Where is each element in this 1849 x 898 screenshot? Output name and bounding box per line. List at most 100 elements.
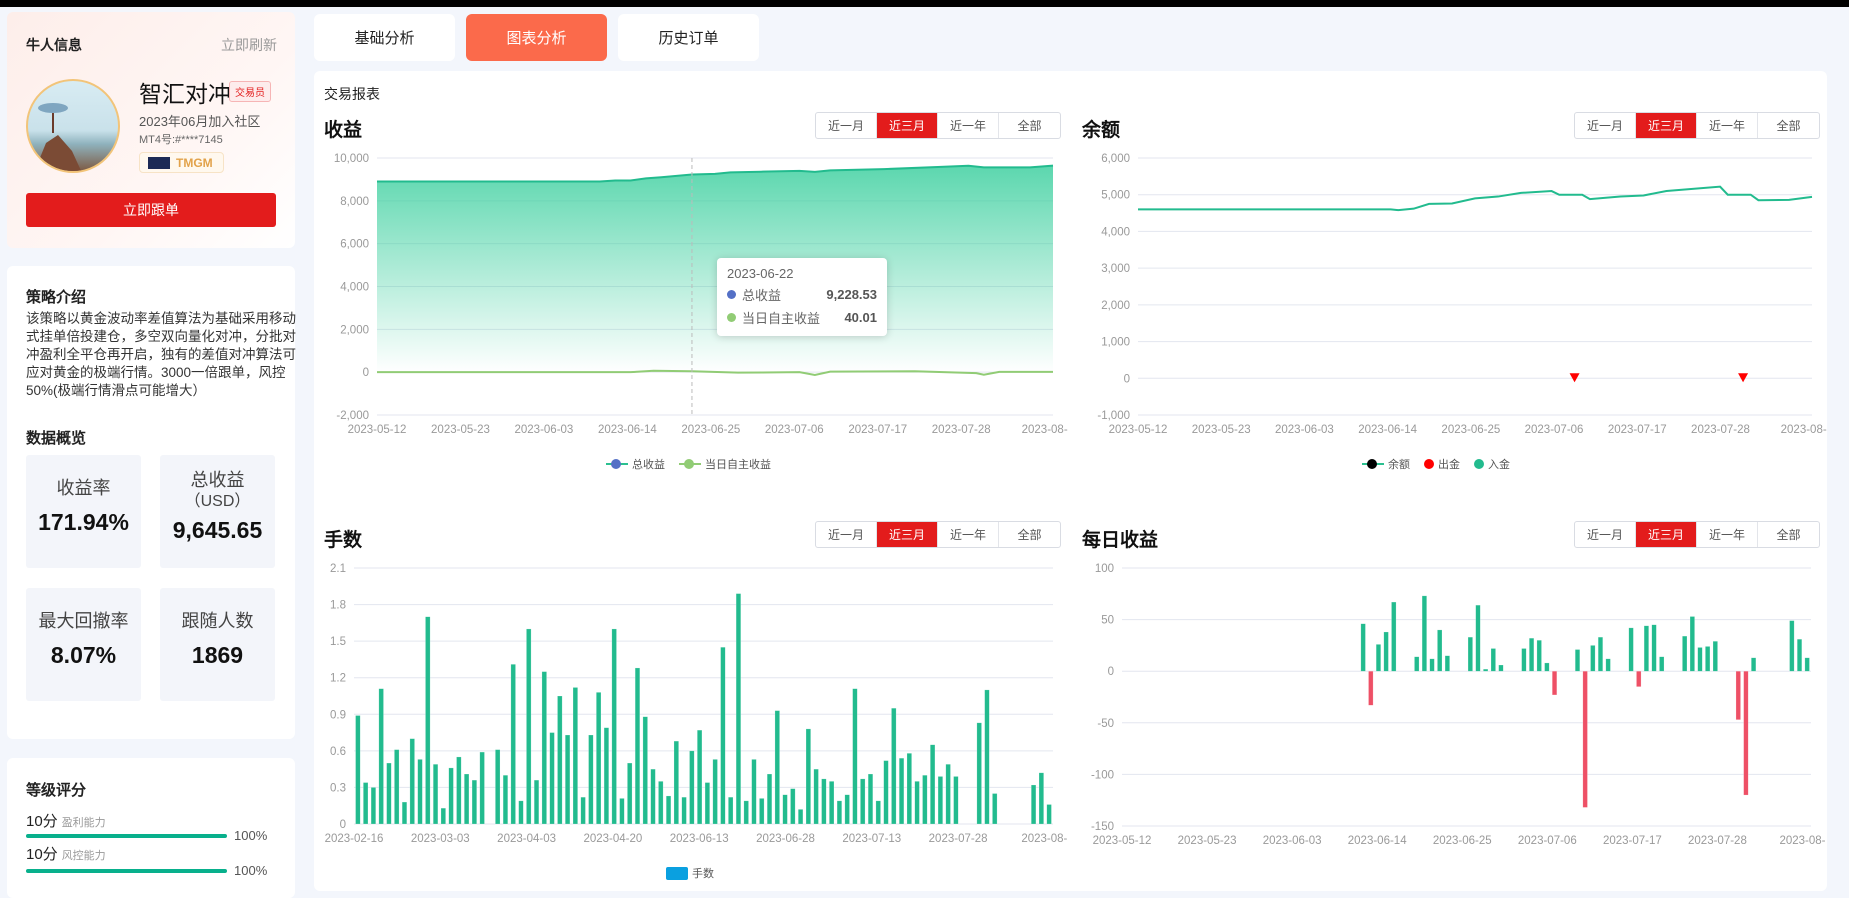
legend-item-deposit[interactable]: 入金: [1474, 456, 1510, 472]
legend-lots: 手数: [666, 865, 714, 881]
bar: [906, 753, 912, 825]
bar: [1429, 658, 1435, 672]
y-tick-label: 1.8: [330, 600, 346, 612]
bar: [355, 715, 361, 825]
y-tick-label: 0: [1124, 373, 1130, 385]
bar: [689, 750, 695, 825]
x-tick-label: 2023-06-14: [1358, 424, 1417, 436]
x-tick-label: 2023-07-13: [842, 833, 901, 845]
bar: [1712, 641, 1718, 672]
bar: [1444, 655, 1450, 672]
bar: [1421, 595, 1427, 672]
legend-item-balance[interactable]: 余额: [1362, 456, 1410, 472]
y-tick-label: 0.9: [330, 709, 346, 721]
y-tick-label: 1.5: [330, 636, 346, 648]
bar: [1536, 639, 1542, 672]
y-tick-label: 6,000: [340, 239, 369, 251]
y-tick-label: 0.3: [330, 782, 346, 794]
y-tick-label: 0.6: [330, 746, 346, 758]
bar: [1735, 670, 1741, 720]
legend-item-lots[interactable]: 手数: [666, 865, 714, 881]
bar: [790, 788, 796, 825]
bar: [1360, 623, 1366, 672]
bar: [743, 800, 749, 825]
bar: [1682, 635, 1688, 672]
bar: [603, 727, 609, 825]
bar: [735, 593, 742, 825]
legend-item-total-profit[interactable]: 总收益: [606, 456, 665, 472]
x-tick-label: 2023-03-03: [411, 833, 470, 845]
x-tick-label: 2023-08-: [1022, 424, 1068, 436]
y-tick-label: 5,000: [1101, 190, 1130, 202]
legend-label: 余额: [1388, 459, 1410, 471]
y-tick-label: -1,000: [1097, 410, 1130, 422]
bar: [766, 773, 773, 825]
bar: [1031, 784, 1037, 825]
y-tick-label: 0: [340, 819, 346, 831]
bar: [1475, 604, 1481, 672]
x-tick-label: 2023-06-28: [756, 833, 815, 845]
x-tick-label: 2023-07-28: [1691, 424, 1750, 436]
x-tick-label: 2023-05-23: [431, 424, 490, 436]
bar: [464, 773, 470, 825]
y-tick-label: 0: [1108, 666, 1114, 678]
y-tick-label: 100: [1095, 563, 1114, 575]
bar: [386, 762, 392, 825]
bar: [1038, 772, 1044, 825]
bar: [922, 774, 928, 825]
tooltip-row: 总收益 9,228.53: [727, 285, 877, 304]
bar: [860, 778, 866, 825]
bar: [852, 688, 858, 825]
bar: [495, 749, 501, 825]
bar: [821, 778, 827, 825]
bar: [883, 760, 889, 825]
bar: [836, 800, 842, 825]
bar: [627, 762, 633, 825]
legend-item-withdraw[interactable]: 出金: [1424, 456, 1460, 472]
bar: [440, 807, 446, 825]
x-tick-label: 2023-06-25: [681, 424, 740, 436]
bar: [471, 779, 477, 825]
bar: [425, 616, 431, 825]
legend-item-daily-own-profit[interactable]: 当日自主收益: [679, 456, 771, 472]
bar: [930, 744, 936, 825]
bar: [1375, 644, 1382, 672]
y-tick-label: 2,000: [340, 324, 369, 336]
bar: [697, 729, 703, 825]
bar: [417, 759, 423, 825]
bar: [1597, 636, 1604, 672]
bar: [704, 782, 710, 825]
bar: [1498, 664, 1504, 672]
bar: [596, 692, 602, 825]
x-tick-label: 2023-08-: [1021, 833, 1067, 845]
bar: [448, 767, 454, 825]
bar: [1521, 648, 1527, 672]
bar: [378, 688, 384, 825]
bar: [394, 749, 400, 825]
bar: [712, 759, 718, 825]
tooltip-label: 总收益: [742, 288, 782, 303]
bar: [557, 695, 563, 825]
bar: [1529, 637, 1535, 672]
y-tick-label: 4,000: [340, 282, 369, 294]
bar: [665, 795, 672, 825]
bar: [1636, 670, 1642, 687]
bar: [953, 776, 959, 825]
x-tick-label: 2023-06-25: [1433, 835, 1492, 847]
bar: [875, 800, 881, 825]
x-tick-label: 2023-07-28: [932, 424, 991, 436]
y-tick-label: 3,000: [1101, 263, 1130, 275]
bar: [759, 798, 765, 825]
bar: [782, 794, 788, 825]
bar: [1804, 657, 1810, 672]
y-tick-label: 1,000: [1101, 337, 1130, 349]
bar: [673, 740, 679, 825]
bar: [1490, 648, 1496, 672]
bar: [1046, 804, 1052, 825]
x-tick-label: 2023-07-06: [1518, 835, 1577, 847]
y-tick-label: -150: [1091, 821, 1114, 833]
x-tick-label: 2023-05-23: [1192, 424, 1251, 436]
x-tick-label: 2023-07-06: [1525, 424, 1584, 436]
bar: [914, 781, 920, 825]
bar: [541, 671, 547, 825]
